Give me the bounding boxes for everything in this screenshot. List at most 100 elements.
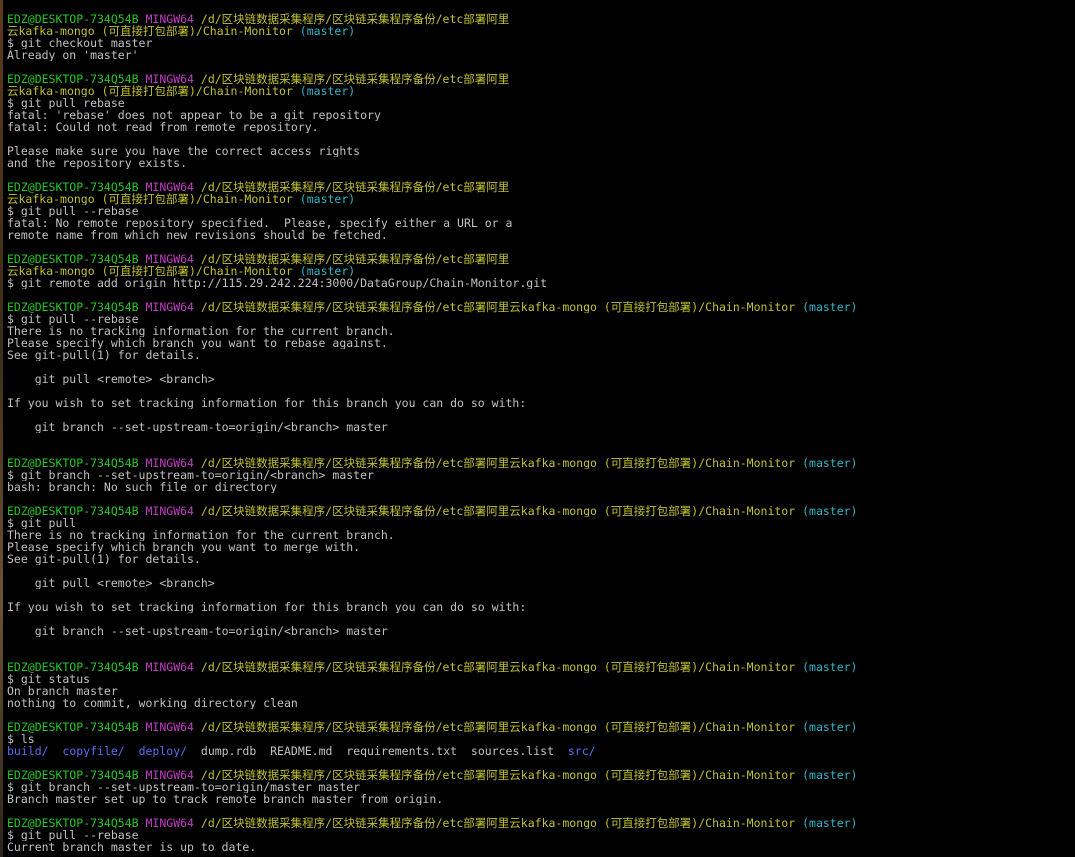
terminal-line: If you wish to set tracking information … [7,601,1075,613]
output-text: Please make sure you have the correct ac… [7,145,361,157]
prompt-path: 云kafka-mongo (可直接打包部署)/Chain-Monitor [7,265,293,277]
prompt-path: /d/区块链数据采集程序/区块链采集程序备份/etc部署阿里云kafka-mon… [200,457,796,469]
output-text: $ git pull --rebase [7,829,139,841]
prompt-branch: (master) [802,505,858,517]
output-text: $ git branch --set-upstream-to=origin/ma… [7,781,361,793]
terminal-line: 云kafka-mongo (可直接打包部署)/Chain-Monitor (ma… [7,265,1075,277]
output-text: git pull <remote> <branch> [7,577,215,589]
terminal-line: $ git pull --rebase [7,313,1075,325]
output-text: nothing to commit, working directory cle… [7,697,298,709]
terminal-line: EDZ@DESKTOP-734Q54B MINGW64 /d/区块链数据采集程序… [7,181,1075,193]
terminal-line: EDZ@DESKTOP-734Q54B MINGW64 /d/区块链数据采集程序… [7,301,1075,313]
output-text: $ git branch --set-upstream-to=origin/<b… [7,469,374,481]
output-text: Branch master set up to track remote bra… [7,793,444,805]
terminal-line: Please specify which branch you want to … [7,541,1075,553]
directory-entry: src/ [567,745,596,757]
prompt-branch: (master) [299,193,356,205]
terminal-line: $ git status [7,673,1075,685]
terminal-line: Please make sure you have the correct ac… [7,145,1075,157]
terminal-line: $ git pull --rebase [7,829,1075,841]
terminal-line: $ git pull --rebase [7,205,1075,217]
terminal-line: EDZ@DESKTOP-734Q54B MINGW64 /d/区块链数据采集程序… [7,73,1075,85]
output-text: fatal: No remote repository specified. P… [7,217,513,229]
terminal-line: git pull <remote> <branch> [7,577,1075,589]
terminal-line: EDZ@DESKTOP-734Q54B MINGW64 /d/区块链数据采集程序… [7,505,1075,517]
output-text: $ git pull --rebase [7,205,139,217]
output-text: $ git checkout master [7,37,153,49]
terminal-line: There is no tracking information for the… [7,529,1075,541]
terminal-line: and the repository exists. [7,157,1075,169]
output-text: $ git remote add origin http://115.29.24… [7,277,548,289]
terminal-line: git pull <remote> <branch> [7,373,1075,385]
prompt-user: EDZ@DESKTOP-734Q54B [7,301,139,313]
prompt-branch: (master) [802,301,858,313]
terminal-line: EDZ@DESKTOP-734Q54B MINGW64 /d/区块链数据采集程序… [7,661,1075,673]
output-text: Current branch master is up to date. [7,841,257,853]
terminal-line: EDZ@DESKTOP-734Q54B MINGW64 /d/区块链数据采集程序… [7,769,1075,781]
prompt-host: MINGW64 [145,181,194,193]
prompt-user: EDZ@DESKTOP-734Q54B [7,457,139,469]
terminal-line: $ git pull [7,517,1075,529]
output-text: dump.rdb README.md requirements.txt sour… [187,745,568,757]
terminal-line: git branch --set-upstream-to=origin/<bra… [7,421,1075,433]
terminal-window[interactable]: EDZ@DESKTOP-734Q54B MINGW64 /d/区块链数据采集程序… [0,0,1075,857]
terminal-line: If you wish to set tracking information … [7,397,1075,409]
terminal-line: EDZ@DESKTOP-734Q54B MINGW64 /d/区块链数据采集程序… [7,13,1075,25]
output-text: git branch --set-upstream-to=origin/<bra… [7,625,388,637]
prompt-host: MINGW64 [145,817,194,829]
terminal-line: EDZ@DESKTOP-734Q54B MINGW64 /d/区块链数据采集程序… [7,253,1075,265]
output-text: On branch master [7,685,118,697]
prompt-host: MINGW64 [145,301,194,313]
terminal-line: EDZ@DESKTOP-734Q54B MINGW64 /d/区块链数据采集程序… [7,457,1075,469]
output-text: If you wish to set tracking information … [7,601,527,613]
terminal-line: See git-pull(1) for details. [7,349,1075,361]
terminal-line: $ git pull rebase [7,97,1075,109]
prompt-path: /d/区块链数据采集程序/区块链采集程序备份/etc部署阿里 [200,181,510,193]
terminal-line: remote name from which new revisions sho… [7,229,1075,241]
prompt-user: EDZ@DESKTOP-734Q54B [7,817,139,829]
terminal-line: 云kafka-mongo (可直接打包部署)/Chain-Monitor (ma… [7,85,1075,97]
prompt-path: 云kafka-mongo (可直接打包部署)/Chain-Monitor [7,193,293,205]
prompt-path: /d/区块链数据采集程序/区块链采集程序备份/etc部署阿里云kafka-mon… [200,769,796,781]
terminal-line: $ ls [7,733,1075,745]
terminal-output: EDZ@DESKTOP-734Q54B MINGW64 /d/区块链数据采集程序… [7,13,1075,853]
output-text: Please specify which branch you want to … [7,541,361,553]
prompt-user: EDZ@DESKTOP-734Q54B [7,505,139,517]
prompt-branch: (master) [299,265,356,277]
terminal-line: Branch master set up to track remote bra… [7,793,1075,805]
prompt-host: MINGW64 [145,505,194,517]
terminal-line: EDZ@DESKTOP-734Q54B MINGW64 /d/区块链数据采集程序… [7,817,1075,829]
prompt-user: EDZ@DESKTOP-734Q54B [7,721,139,733]
prompt-path: /d/区块链数据采集程序/区块链采集程序备份/etc部署阿里云kafka-mon… [200,505,796,517]
terminal-line: $ git checkout master [7,37,1075,49]
